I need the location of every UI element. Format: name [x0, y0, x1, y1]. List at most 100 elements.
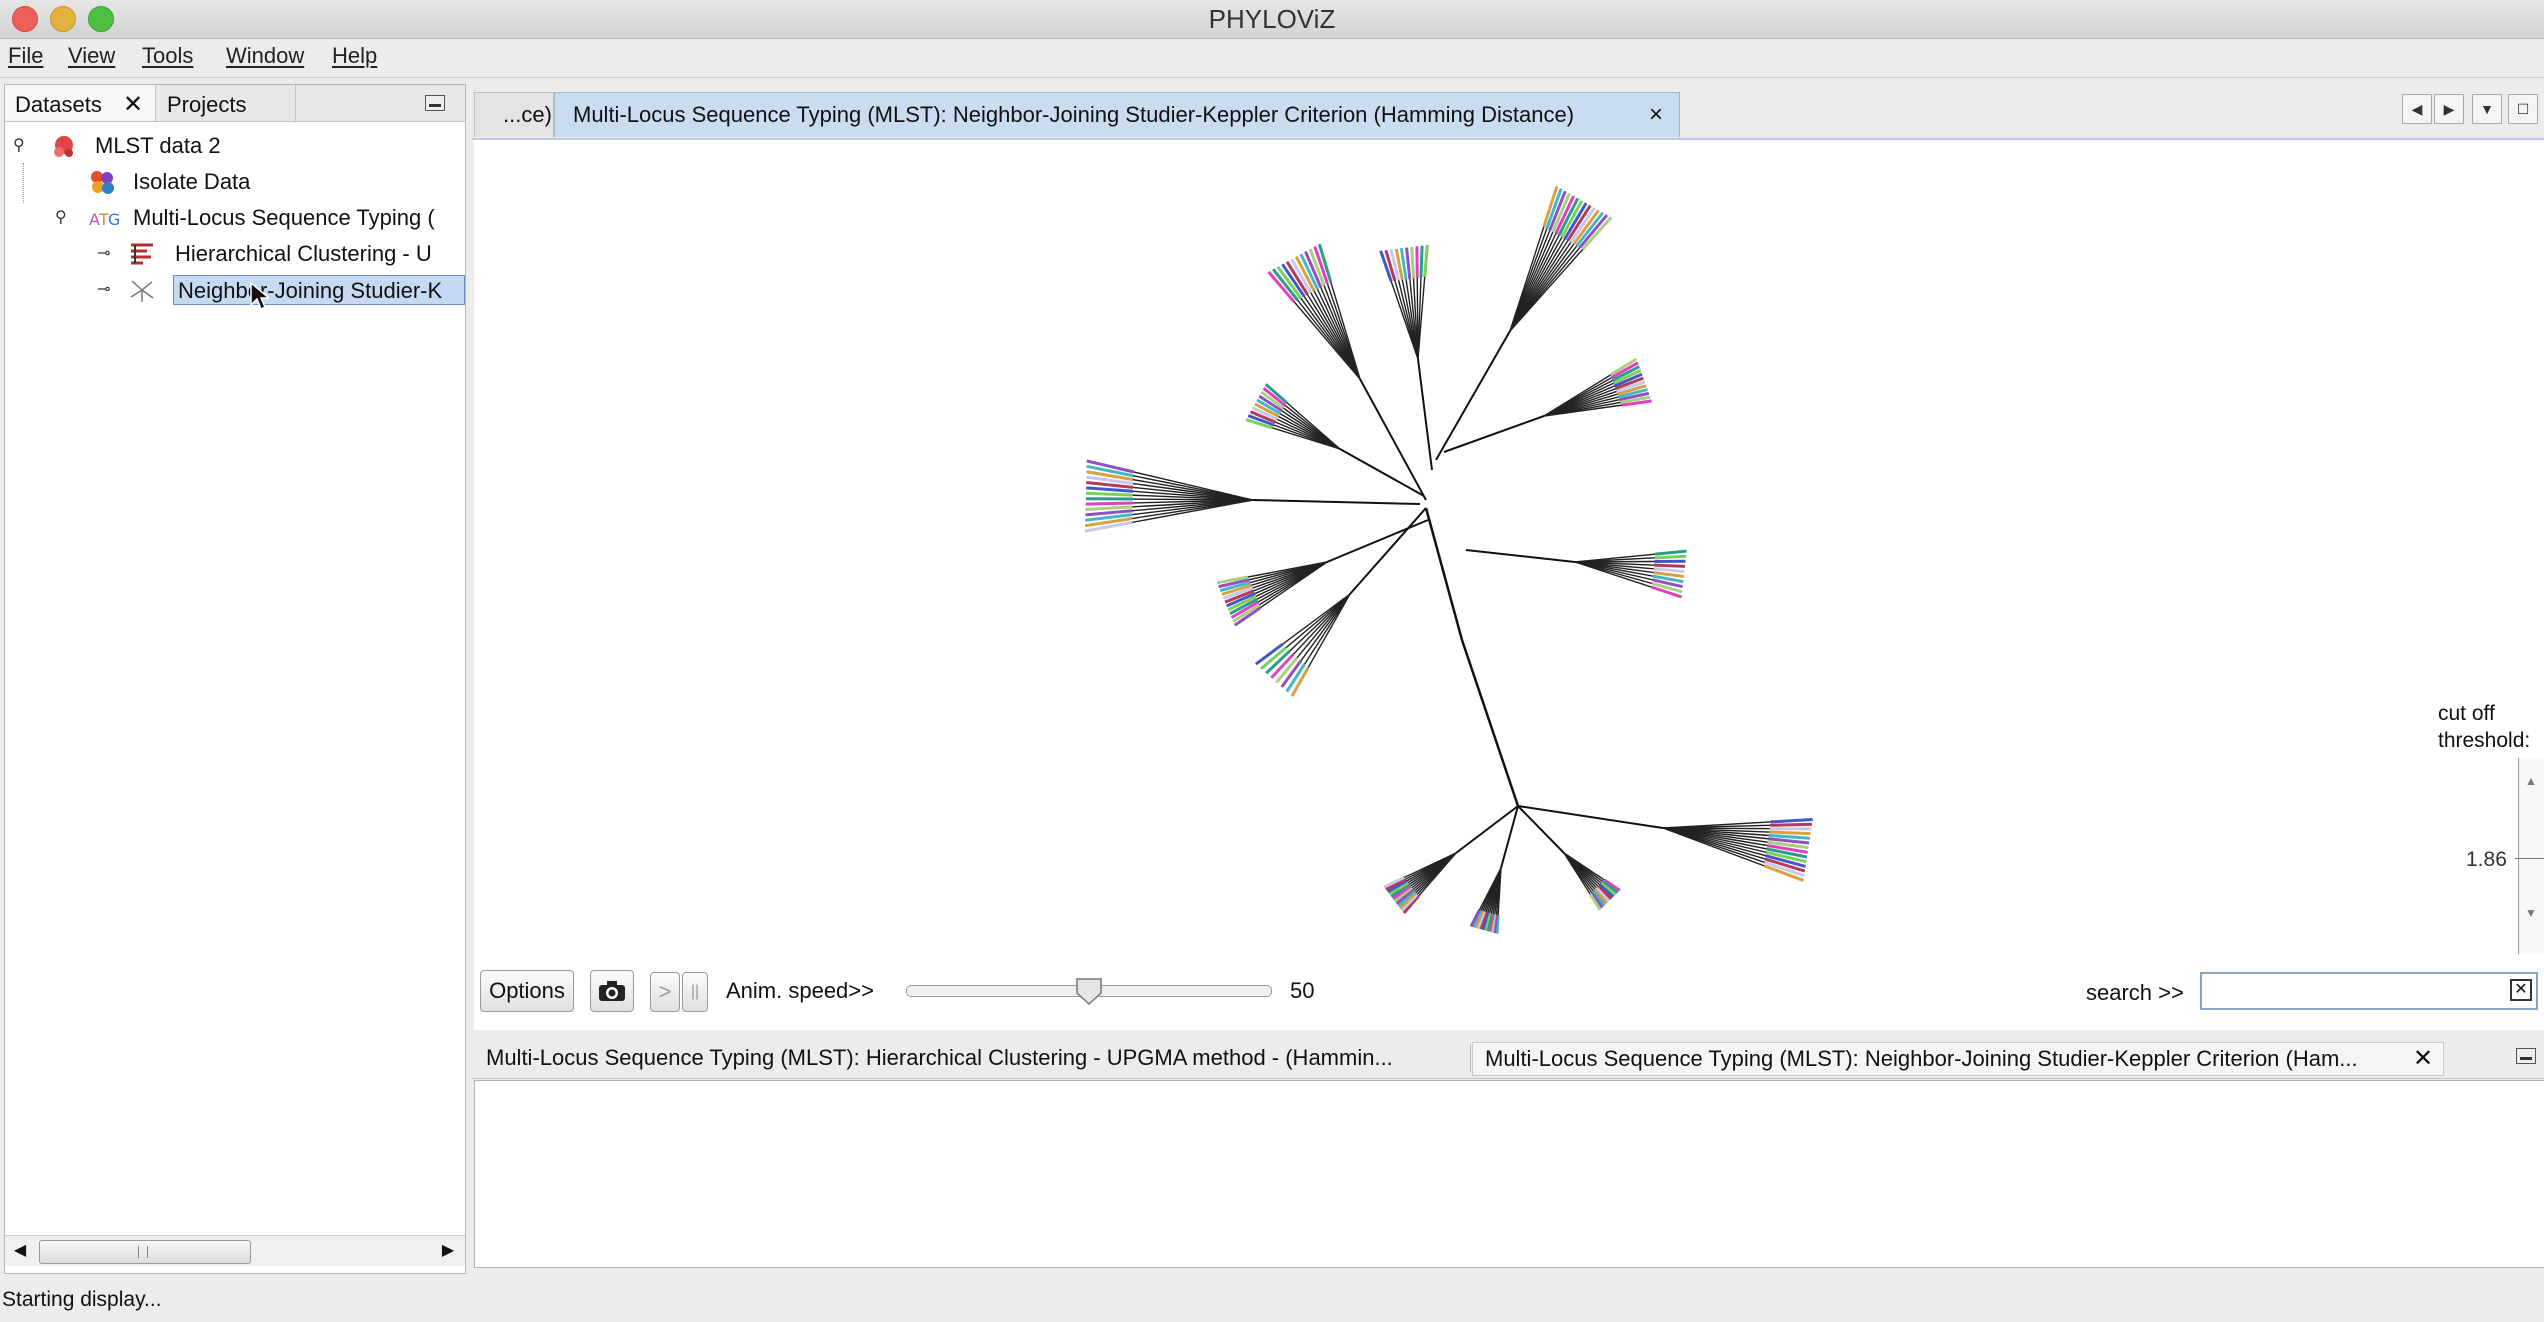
maximize-icon[interactable]: ☐ [2508, 94, 2538, 124]
menu-window[interactable]: Window [226, 43, 304, 69]
tree-canvas[interactable]: cut off threshold: ▲ ▼ 1.86 Options > ||… [474, 140, 2544, 1030]
bottom-tab-label: Multi-Locus Sequence Typing (MLST): Neig… [1485, 1046, 2358, 1071]
search-input[interactable]: ✕ [2200, 972, 2538, 1010]
scroll-left-icon[interactable]: ◀ [9, 1240, 31, 1262]
tree-leaf-color [1770, 822, 1812, 827]
tree-leaf-color [1086, 491, 1133, 497]
dendrogram-icon [129, 241, 155, 267]
snapshot-button[interactable] [590, 970, 634, 1012]
menu-view[interactable]: View [68, 43, 115, 69]
anim-speed-value: 50 [1290, 978, 1315, 1003]
minimize-output-icon[interactable] [2516, 1048, 2536, 1064]
isolate-data-icon [89, 169, 115, 195]
menu-file[interactable]: File [8, 43, 43, 69]
tree-leaf-color [1423, 244, 1429, 278]
clear-search-icon[interactable]: ✕ [2510, 979, 2532, 1001]
tree-leaf-color [1655, 549, 1687, 556]
tab-scroll-right-icon[interactable]: ▶ [2434, 94, 2464, 124]
left-panel-tabs: Datasets ✕ Projects [5, 85, 465, 122]
tab-divider [1470, 1044, 1471, 1072]
collapse-toggle-icon[interactable]: ⚲ [55, 201, 67, 235]
tree-branch [1359, 378, 1427, 501]
tree-item-mlst-data[interactable]: ⚲ MLST data 2 [5, 129, 465, 163]
tab-datasets[interactable]: Datasets ✕ [5, 85, 156, 121]
anim-speed-slider[interactable] [906, 978, 1272, 1006]
expand-toggle-icon[interactable]: ⊸ [97, 273, 110, 307]
tree-branch [1349, 507, 1427, 595]
tree-leaf-color [1405, 247, 1412, 279]
collapse-toggle-icon[interactable]: ⚲ [13, 129, 25, 163]
pause-button[interactable]: || [682, 972, 708, 1012]
cutoff-slider[interactable]: ▲ ▼ [2515, 758, 2544, 954]
close-tab-icon[interactable]: × [1649, 93, 1663, 137]
tab-neighbor-joining-output[interactable]: Multi-Locus Sequence Typing (MLST): Neig… [1472, 1042, 2444, 1076]
tree-label: Isolate Data [133, 169, 251, 194]
tree-branch [1252, 499, 1421, 505]
close-icon[interactable]: ✕ [2413, 1043, 2433, 1075]
tree-branch [1460, 639, 1520, 807]
cutoff-down-icon[interactable]: ▼ [2525, 906, 2537, 920]
tree-label: MLST data 2 [95, 133, 221, 158]
tab-hierarchical-clustering[interactable]: Multi-Locus Sequence Typing (MLST): Hier… [476, 1042, 1466, 1074]
tree-branch [1326, 519, 1429, 563]
tree-leaf-color [1653, 567, 1685, 573]
tab-projects-label: Projects [167, 92, 247, 117]
tree-leaf-color [1654, 554, 1687, 560]
menu-help[interactable]: Help [332, 43, 377, 69]
tree-leaf-color [1768, 833, 1810, 840]
scroll-right-icon[interactable]: ▶ [437, 1240, 459, 1262]
close-icon[interactable]: ✕ [123, 85, 143, 125]
status-bar: Starting display... [0, 1278, 2544, 1322]
anim-speed-thumb[interactable] [1076, 977, 1102, 1006]
tab-projects[interactable]: Projects [157, 85, 296, 121]
tree-label: Multi-Locus Sequence Typing ( [133, 205, 435, 230]
neighbor-joining-tree[interactable] [474, 140, 2544, 1030]
play-button[interactable]: > [650, 972, 680, 1012]
output-panel [474, 1080, 2544, 1268]
tab-collapsed-label: ...ce) [503, 102, 552, 127]
tab-scroll-left-icon[interactable]: ◀ [2402, 94, 2432, 124]
output-tab-bar: Multi-Locus Sequence Typing (MLST): Hier… [472, 1036, 2544, 1079]
window-title: PHYLOViZ [1208, 4, 1336, 34]
tree-leaf-color [1770, 818, 1813, 824]
tree-leaf-color [1769, 830, 1811, 836]
tab-datasets-label: Datasets [15, 92, 102, 117]
tree-item-hierarchical-clustering[interactable]: ⊸ Hierarchical Clustering - U [5, 237, 465, 271]
nj-tree-icon [129, 277, 155, 303]
tree-leaf-color [1085, 505, 1133, 511]
minimize-panel-icon[interactable] [425, 95, 445, 111]
search-label: search >> [2086, 980, 2184, 1005]
tree-branch [1500, 805, 1519, 869]
options-button[interactable]: Options [480, 970, 574, 1012]
expand-toggle-icon[interactable]: ⊸ [97, 237, 110, 271]
active-tab-label: Multi-Locus Sequence Typing (MLST): Neig… [573, 102, 1575, 127]
tree-item-mlst[interactable]: ⚲ ATG Multi-Locus Sequence Typing ( [5, 201, 465, 235]
tab-neighbor-joining[interactable]: Multi-Locus Sequence Typing (MLST): Neig… [554, 92, 1680, 137]
tab-list-dropdown-icon[interactable]: ▼ [2472, 94, 2502, 124]
tree-label-selected: Neighbor-Joining Studier-K [173, 275, 465, 305]
tab-collapsed[interactable]: ...ce) [474, 92, 554, 137]
typing-icon: ATG [89, 205, 120, 231]
tree-branch [1424, 507, 1464, 641]
tree-branches [1084, 185, 1813, 934]
tree-label: Hierarchical Clustering - U [175, 241, 432, 266]
tree-branch [1465, 549, 1576, 563]
cutoff-label-2: threshold: [2438, 729, 2531, 752]
dataset-icon [51, 133, 77, 159]
title-bar: PHYLOViZ [0, 0, 2544, 39]
tree-item-neighbor-joining[interactable]: ⊸ Neighbor-Joining Studier-K [5, 273, 465, 307]
horizontal-scrollbar[interactable]: ◀ ▶ [5, 1235, 465, 1266]
tree-leaf-color [1419, 245, 1424, 278]
menu-tools[interactable]: Tools [142, 43, 193, 69]
tree-branch [1517, 805, 1565, 854]
cutoff-up-icon[interactable]: ▲ [2525, 774, 2537, 788]
tree-leaf-color [1410, 246, 1416, 279]
editor-tab-bar: ...ce) Multi-Locus Sequence Typing (MLST… [472, 84, 2544, 140]
datasets-panel: Datasets ✕ Projects ⚲ MLST data 2 Isolat… [4, 84, 466, 1274]
status-text: Starting display... [2, 1288, 162, 1311]
mouse-cursor-icon [249, 281, 272, 316]
scrollbar-thumb[interactable] [39, 1240, 251, 1264]
tree-leaf-color [1086, 486, 1134, 493]
tree-item-isolate-data[interactable]: Isolate Data [5, 165, 465, 199]
cutoff-tick [2515, 858, 2544, 859]
